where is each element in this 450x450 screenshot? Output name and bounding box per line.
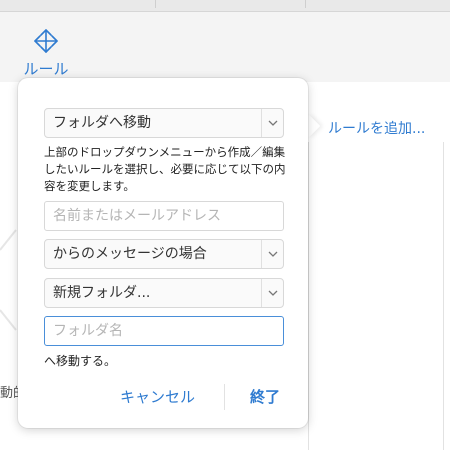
background-decoration: [0, 229, 17, 331]
add-rule-link[interactable]: ルールを追加...: [328, 118, 425, 138]
folder-select-value: 新規フォルダ...: [53, 285, 151, 301]
cancel-button[interactable]: キャンセル: [120, 386, 195, 407]
chevron-down-icon: [261, 279, 283, 307]
action-select[interactable]: フォルダへ移動: [44, 108, 284, 138]
done-button[interactable]: 終了: [250, 386, 280, 407]
toolbar: ルール: [0, 12, 450, 82]
tab-segment: [156, 0, 306, 8]
window-top-strip: [0, 0, 450, 12]
folder-select[interactable]: 新規フォルダ...: [44, 278, 284, 308]
move-arrows-icon: [34, 29, 58, 53]
chevron-down-icon: [261, 240, 283, 268]
tab-segment: [0, 0, 156, 8]
action-select-value: フォルダへ移動: [53, 115, 151, 131]
move-to-text: へ移動する。: [44, 354, 117, 368]
chevron-down-icon: [261, 109, 283, 137]
folder-name-input[interactable]: [44, 316, 284, 346]
rules-button[interactable]: ルール: [16, 26, 76, 79]
sender-input[interactable]: [44, 201, 284, 231]
button-divider: [224, 384, 225, 410]
condition-select-value: からのメッセージの場合: [53, 246, 207, 262]
rules-list-panel: [308, 142, 444, 450]
description-text: 上部のドロップダウンメニューから作成／編集したいルールを選択し、必要に応じて以下…: [44, 145, 286, 193]
rule-editor-popover: フォルダへ移動 上部のドロップダウンメニューから作成／編集したいルールを選択し、…: [18, 78, 308, 428]
condition-select[interactable]: からのメッセージの場合: [44, 239, 284, 269]
rules-button-label: ルール: [23, 60, 69, 78]
